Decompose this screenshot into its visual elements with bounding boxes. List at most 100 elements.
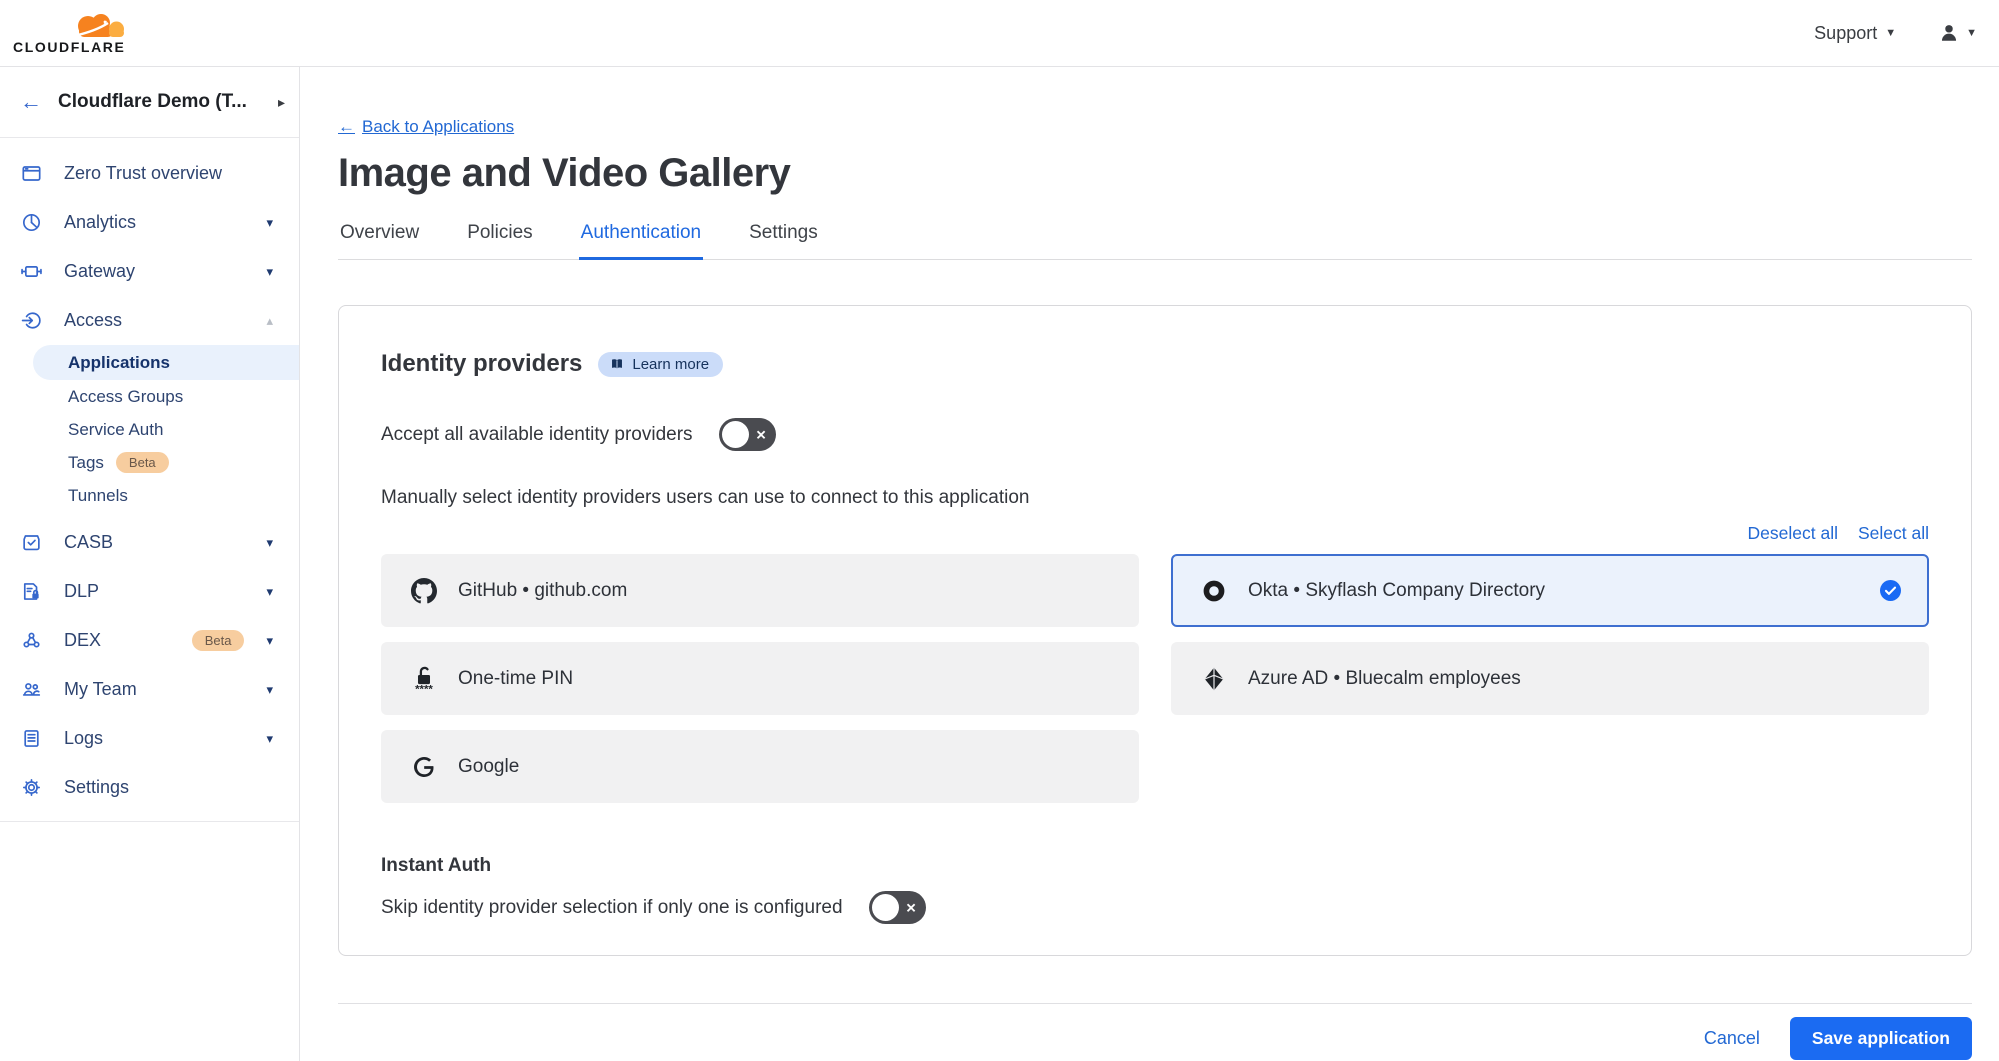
sidebar-item-applications[interactable]: Applications xyxy=(33,345,299,380)
learn-more-badge[interactable]: Learn more xyxy=(598,352,723,377)
back-to-applications-link[interactable]: ← Back to Applications xyxy=(338,117,514,137)
skip-selection-row: Skip identity provider selection if only… xyxy=(381,891,1929,924)
cancel-button[interactable]: Cancel xyxy=(1704,1028,1760,1049)
select-all-link[interactable]: Select all xyxy=(1858,523,1929,544)
tab-policies[interactable]: Policies xyxy=(465,222,534,260)
okta-ring-icon xyxy=(1200,578,1228,604)
tab-overview[interactable]: Overview xyxy=(338,222,421,260)
back-arrow-icon[interactable]: ← xyxy=(20,91,42,113)
provider-label: One-time PIN xyxy=(458,668,573,690)
beta-badge: Beta xyxy=(116,452,169,473)
chevron-down-icon[interactable]: ▾ xyxy=(266,584,273,600)
access-subnav: Applications Access Groups Service Auth … xyxy=(0,345,299,512)
beta-badge: Beta xyxy=(192,630,245,651)
provider-github[interactable]: GitHub • github.com xyxy=(381,554,1139,627)
sidebar-item-gateway[interactable]: Gateway ▾ xyxy=(0,247,299,296)
book-icon xyxy=(609,356,625,372)
team-icon xyxy=(20,679,42,701)
sidebar-item-label: CASB xyxy=(64,532,244,553)
provider-label: Okta • Skyflash Company Directory xyxy=(1248,580,1545,602)
chevron-down-icon[interactable]: ▾ xyxy=(266,535,273,551)
pie-chart-icon xyxy=(20,212,42,234)
caret-right-icon[interactable]: ▸ xyxy=(278,94,285,111)
chevron-up-icon[interactable]: ▴ xyxy=(266,313,273,329)
caret-down-icon: ▼ xyxy=(1966,28,1977,39)
dex-cluster-icon xyxy=(20,630,42,652)
sidebar-nav: Zero Trust overview Analytics ▾ Gateway … xyxy=(0,138,299,822)
sidebar-subitem-label: Tunnels xyxy=(68,486,128,506)
sidebar-item-tags[interactable]: Tags Beta xyxy=(0,446,299,479)
gateway-icon xyxy=(20,261,42,283)
one-time-pin-lock-icon: **** xyxy=(410,664,438,693)
cloudflare-cloud-icon xyxy=(71,12,127,38)
sidebar-item-label: Zero Trust overview xyxy=(64,163,283,184)
chevron-down-icon[interactable]: ▾ xyxy=(266,731,273,747)
provider-label: Google xyxy=(458,756,519,778)
main-content: ← Back to Applications Image and Video G… xyxy=(300,67,1999,1061)
page-title: Image and Video Gallery xyxy=(338,151,1972,196)
tab-authentication[interactable]: Authentication xyxy=(579,222,703,260)
chevron-down-icon[interactable]: ▾ xyxy=(266,264,273,280)
provider-google[interactable]: Google xyxy=(381,730,1139,803)
provider-okta[interactable]: Okta • Skyflash Company Directory xyxy=(1171,554,1929,627)
skip-selection-toggle[interactable]: ✕ xyxy=(869,891,926,924)
topbar-right: Support ▼ ▼ xyxy=(1814,22,1977,44)
sidebar-item-casb[interactable]: CASB ▾ xyxy=(0,518,299,567)
sidebar-item-label: Logs xyxy=(64,728,244,749)
save-application-button[interactable]: Save application xyxy=(1790,1017,1972,1060)
tab-bar: Overview Policies Authentication Setting… xyxy=(338,222,1972,260)
sidebar-item-label: Access xyxy=(64,310,244,331)
accept-all-label: Accept all available identity providers xyxy=(381,424,693,446)
sidebar-item-dex[interactable]: DEX Beta ▾ xyxy=(0,616,299,665)
azure-diamond-icon xyxy=(1200,666,1228,692)
caret-down-icon: ▼ xyxy=(1885,28,1896,39)
sidebar-item-access-groups[interactable]: Access Groups xyxy=(0,380,299,413)
sidebar-item-zero-trust-overview[interactable]: Zero Trust overview xyxy=(0,149,299,198)
logs-doc-icon xyxy=(20,728,42,750)
sidebar-item-dlp[interactable]: DLP ▾ xyxy=(0,567,299,616)
toggle-x-icon: ✕ xyxy=(756,428,767,441)
sidebar-account-header: ← Cloudflare Demo (T... ▸ xyxy=(0,67,299,138)
chevron-down-icon[interactable]: ▾ xyxy=(266,215,273,231)
dlp-doc-lock-icon xyxy=(20,581,42,603)
sidebar-item-label: Analytics xyxy=(64,212,244,233)
learn-more-label: Learn more xyxy=(632,356,709,373)
sidebar-subitem-label: Access Groups xyxy=(68,387,183,407)
skip-selection-label: Skip identity provider selection if only… xyxy=(381,897,843,919)
sidebar-item-label: Gateway xyxy=(64,261,244,282)
sidebar-item-settings[interactable]: Settings xyxy=(0,763,299,812)
page: CLOUDFLARE Support ▼ ▼ ← Cloudflare Demo… xyxy=(0,0,1999,1061)
identity-providers-card: Identity providers Learn more Accept all… xyxy=(338,305,1972,956)
tab-settings[interactable]: Settings xyxy=(747,222,820,260)
sidebar-item-logs[interactable]: Logs ▾ xyxy=(0,714,299,763)
back-link-label: Back to Applications xyxy=(362,117,514,137)
sidebar-item-access[interactable]: Access ▴ xyxy=(0,296,299,345)
sidebar-item-label: My Team xyxy=(64,679,244,700)
provider-azure-ad[interactable]: Azure AD • Bluecalm employees xyxy=(1171,642,1929,715)
accept-all-toggle[interactable]: ✕ xyxy=(719,418,776,451)
manual-select-text: Manually select identity providers users… xyxy=(381,487,1929,509)
chevron-down-icon[interactable]: ▾ xyxy=(266,633,273,649)
provider-grid: GitHub • github.com Okta • Skyflash Comp… xyxy=(381,554,1929,803)
deselect-all-link[interactable]: Deselect all xyxy=(1748,523,1838,544)
topbar: CLOUDFLARE Support ▼ ▼ xyxy=(0,0,1999,67)
sidebar-item-my-team[interactable]: My Team ▾ xyxy=(0,665,299,714)
logo-wordmark: CLOUDFLARE xyxy=(13,39,127,55)
chevron-down-icon[interactable]: ▾ xyxy=(266,682,273,698)
user-menu[interactable]: ▼ xyxy=(1938,22,1977,44)
support-menu[interactable]: Support ▼ xyxy=(1814,23,1896,44)
back-arrow-icon: ← xyxy=(338,117,355,137)
sidebar-item-analytics[interactable]: Analytics ▾ xyxy=(0,198,299,247)
sidebar-item-tunnels[interactable]: Tunnels xyxy=(0,479,299,512)
provider-label: Azure AD • Bluecalm employees xyxy=(1248,668,1521,690)
sidebar-subitem-label: Service Auth xyxy=(68,420,163,440)
toggle-knob xyxy=(722,421,749,448)
check-circle-icon xyxy=(1880,580,1901,601)
svg-text:****: **** xyxy=(415,683,433,693)
sidebar-item-service-auth[interactable]: Service Auth xyxy=(0,413,299,446)
sidebar-item-label: DLP xyxy=(64,581,244,602)
provider-one-time-pin[interactable]: **** One-time PIN xyxy=(381,642,1139,715)
cloudflare-logo[interactable]: CLOUDFLARE xyxy=(13,12,127,55)
sidebar-subitem-label: Applications xyxy=(68,353,170,373)
toggle-x-icon: ✕ xyxy=(906,901,917,914)
